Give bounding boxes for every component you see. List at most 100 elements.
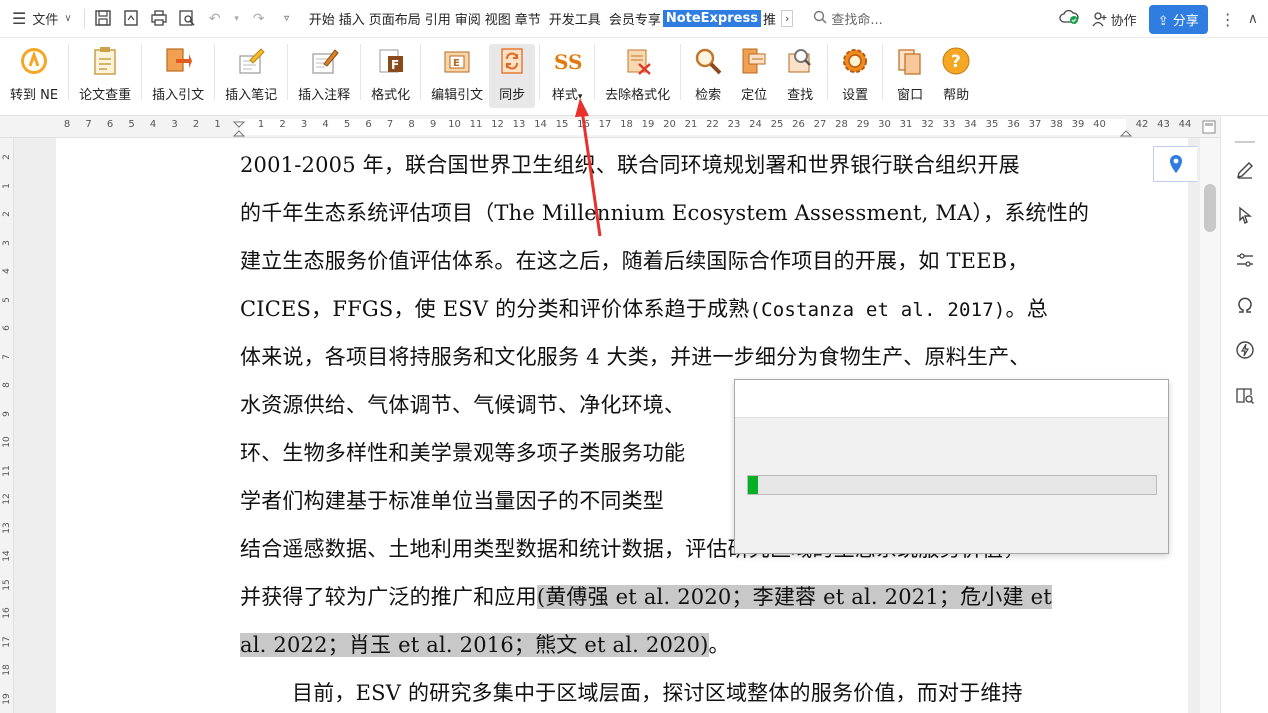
more-tabs-button[interactable]: › xyxy=(780,10,794,27)
ruler-tick: 14 xyxy=(534,119,547,130)
ruler-tick: 2 xyxy=(279,119,286,130)
ruler-tick: 33 xyxy=(942,119,956,130)
settings-button[interactable]: 设置 xyxy=(832,44,878,108)
divider xyxy=(680,44,682,100)
tab-home[interactable]: 开始 xyxy=(307,9,337,28)
insert-citation-button[interactable]: 插入引文 xyxy=(146,44,210,108)
collapse-ribbon-icon[interactable]: ∧ xyxy=(1248,11,1258,27)
ruler-tick: 5 xyxy=(343,119,351,130)
more-options-icon[interactable]: ⋮ xyxy=(1220,10,1236,29)
ruler-tick: 1 xyxy=(257,119,265,130)
ruler-tick: 37 xyxy=(1028,119,1042,130)
settings-label: 设置 xyxy=(842,88,869,103)
share-icon: ⇪ xyxy=(1157,13,1169,29)
goto-ne-label: 转到 NE xyxy=(10,88,59,103)
divider xyxy=(882,44,884,100)
find-button[interactable]: 查找 xyxy=(777,44,823,108)
tab-view[interactable]: 视图 xyxy=(483,9,513,28)
format-icon: F xyxy=(374,44,408,78)
export-pdf-icon[interactable] xyxy=(121,9,141,29)
lightning-icon[interactable] xyxy=(1233,338,1257,362)
ruler-tick: 6 xyxy=(106,119,114,130)
tab-developer[interactable]: 开发工具 xyxy=(547,9,603,28)
divider xyxy=(83,8,85,29)
tab-chapter[interactable]: 章节 xyxy=(513,9,543,28)
text-segment: 。 xyxy=(708,633,730,657)
citation[interactable]: (Costanza et al. 2017) xyxy=(749,299,1005,321)
cursor-select-icon[interactable] xyxy=(1233,203,1257,227)
sliders-icon[interactable] xyxy=(1233,248,1257,272)
print-icon[interactable] xyxy=(149,9,169,29)
find-label: 查找 xyxy=(787,88,814,103)
book-search-icon[interactable] xyxy=(1233,383,1257,407)
save-icon[interactable] xyxy=(93,9,113,29)
ruler-tick: 28 xyxy=(835,119,848,130)
vertical-ruler-tick: 17 xyxy=(2,635,12,648)
tab-noteexpress[interactable]: NoteExpress xyxy=(662,10,761,27)
edit-citation-icon: E xyxy=(440,44,474,78)
ruler-tick: 31 xyxy=(899,119,913,130)
remove-format-icon xyxy=(621,44,655,78)
annotation-arrow-icon xyxy=(575,98,602,237)
divider xyxy=(360,44,362,100)
noteexpress-ribbon: 转到 NE 论文查重 插入引文 插入笔记 插入注释 F 格式化 E 编辑引文 同… xyxy=(0,38,1268,116)
svg-text:F: F xyxy=(391,58,399,72)
tab-recommend[interactable]: 推 xyxy=(761,9,778,28)
tab-references[interactable]: 引用 xyxy=(423,9,453,28)
print-preview-icon[interactable] xyxy=(177,9,197,29)
undo-icon[interactable]: ↶ xyxy=(205,9,225,29)
location-pin-icon xyxy=(1169,155,1182,173)
ruler-tick: 29 xyxy=(856,119,870,130)
cloud-sync-icon[interactable] xyxy=(1059,9,1079,29)
vertical-ruler-tick: 16 xyxy=(2,607,12,619)
file-menu[interactable]: ☰ 文件 ∨ xyxy=(0,0,72,38)
tab-page-layout[interactable]: 页面布局 xyxy=(367,9,423,28)
right-indent-marker-icon[interactable] xyxy=(1120,121,1132,137)
indent-marker-icon[interactable] xyxy=(233,121,245,137)
pen-icon[interactable] xyxy=(1233,158,1257,182)
insert-annotation-button[interactable]: 插入注释 xyxy=(292,44,356,108)
location-pin-button[interactable] xyxy=(1153,146,1197,182)
ruler-tick: 13 xyxy=(512,119,526,130)
ruler-tick: 11 xyxy=(469,119,483,130)
tab-review[interactable]: 审阅 xyxy=(453,9,483,28)
edit-citation-button[interactable]: E 编辑引文 xyxy=(425,44,489,108)
help-button[interactable]: ? 帮助 xyxy=(933,44,979,108)
collaborate-button[interactable]: 协作 xyxy=(1091,10,1137,29)
vertical-ruler-tick: 8 xyxy=(2,382,12,388)
vertical-ruler[interactable]: 2 1 2 3 4 5 6 7 8 9 10 11 12 13 14 15 16 17 18 19 xyxy=(0,138,14,713)
ruler-tick: 22 xyxy=(706,119,719,130)
highlighted-citation[interactable]: (黄傅强 et al. 2020；李建蓉 et al. 2021；危小建 et xyxy=(536,585,1052,609)
retrieve-button[interactable]: 检索 xyxy=(685,44,731,108)
plagiarism-check-button[interactable]: 论文查重 xyxy=(73,44,137,108)
ruler-tick: 3 xyxy=(300,119,308,130)
locate-button[interactable]: 定位 xyxy=(731,44,777,108)
ruler-tick: 43 xyxy=(1157,119,1170,130)
highlighted-citation[interactable]: al. 2022；肖玉 et al. 2016；熊文 et al. 2020) xyxy=(240,633,709,657)
insert-note-button[interactable]: 插入笔记 xyxy=(219,44,283,108)
window-button[interactable]: 窗口 xyxy=(887,44,933,108)
customize-toolbar-icon[interactable]: ▿ xyxy=(277,9,297,29)
omega-symbol-icon[interactable] xyxy=(1233,293,1257,317)
text-segment: 。总 xyxy=(1005,297,1048,321)
find-icon xyxy=(783,44,817,78)
insert-note-label: 插入笔记 xyxy=(225,88,278,103)
sync-button[interactable]: 同步 xyxy=(489,44,536,108)
tab-insert[interactable]: 插入 xyxy=(337,9,367,28)
command-search[interactable]: 查找命... xyxy=(813,9,933,28)
text-line: CICES，FFGS，使 ESV 的分类和评价体系趋于成熟(Costanza e… xyxy=(240,286,1130,334)
search-placeholder: 查找命... xyxy=(831,13,883,28)
format-button[interactable]: F 格式化 xyxy=(365,44,416,108)
tab-member[interactable]: 会员专享 xyxy=(607,9,663,28)
insert-citation-icon xyxy=(161,44,195,78)
ne-logo-icon xyxy=(17,44,51,78)
dialog-title xyxy=(735,380,1168,418)
ruler-tick: 5 xyxy=(128,119,135,130)
goto-ne-button[interactable]: 转到 NE xyxy=(0,44,64,108)
redo-icon[interactable]: ↷ xyxy=(249,9,269,29)
share-button[interactable]: ⇪ 分享 xyxy=(1148,4,1208,34)
window-icon xyxy=(893,44,927,78)
ruler-toggle-icon[interactable] xyxy=(1202,120,1216,134)
scrollbar-thumb[interactable] xyxy=(1204,184,1216,232)
undo-dropdown-icon[interactable]: ▾ xyxy=(233,9,241,29)
